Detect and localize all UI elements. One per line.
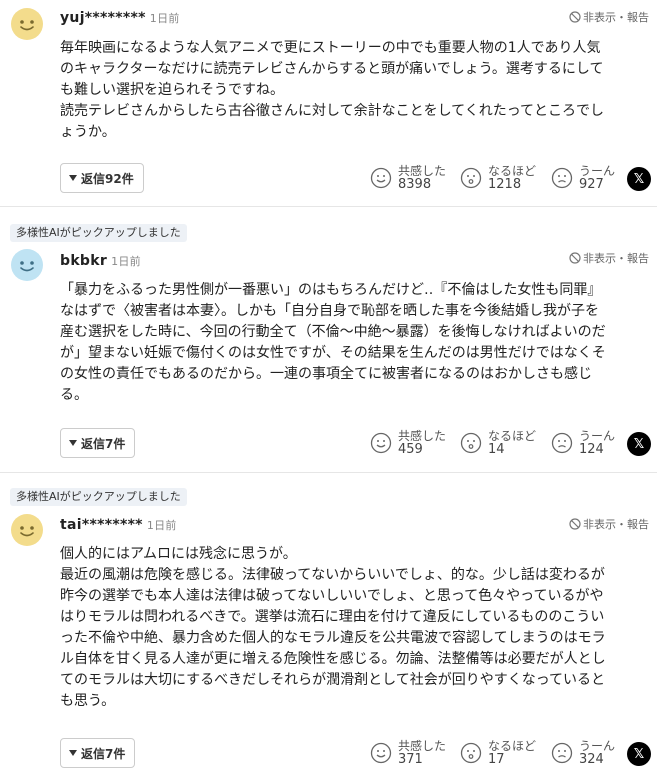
comment-body: 「暴力をふるった男性側が一番悪い」のはもちろんだけど‥『不倫はした女性も同罪』 … xyxy=(60,282,606,403)
frown-icon xyxy=(551,742,573,764)
reaction-hmm[interactable]: うーん 124 xyxy=(551,429,615,457)
smiley-avatar-icon xyxy=(11,249,43,281)
smile-icon xyxy=(370,167,392,189)
reaction-naruhodo[interactable]: なるほど 17 xyxy=(460,739,536,767)
reaction-agree[interactable]: 共感した 459 xyxy=(370,429,446,457)
frown-icon xyxy=(551,167,573,189)
reaction-label: なるほど xyxy=(488,164,537,178)
timestamp: 1日前 xyxy=(111,255,141,268)
reply-label: 返信7件 xyxy=(81,746,126,761)
avatar[interactable] xyxy=(11,249,43,281)
hide-icon xyxy=(569,518,581,530)
reaction-agree[interactable]: 共感した 371 xyxy=(370,739,446,767)
smiley-avatar-icon xyxy=(11,8,43,40)
caret-down-icon xyxy=(69,750,77,756)
comment-body: 毎年映画になるような人気アニメで更にストーリーの中でも重要人物の1人であり人気 … xyxy=(60,40,605,140)
reaction-hmm[interactable]: うーん 324 xyxy=(551,739,615,767)
reply-button[interactable]: 返信7件 xyxy=(60,428,136,458)
timestamp: 1日前 xyxy=(146,519,177,532)
reaction-count: 124 xyxy=(579,442,604,457)
hide-report-link[interactable]: 非表示・報告 xyxy=(569,516,649,532)
reaction-label: なるほど xyxy=(488,739,537,753)
hide-icon xyxy=(569,11,581,23)
hide-report-link[interactable]: 非表示・報告 xyxy=(569,250,649,266)
hide-report-text: 非表示・報告 xyxy=(583,518,649,531)
reaction-count: 1218 xyxy=(488,177,522,192)
reaction-count: 14 xyxy=(488,442,505,457)
x-share-icon[interactable]: 𝕏 xyxy=(627,167,651,191)
username-text: bkbkr xyxy=(60,253,108,269)
reaction-label: 共感した xyxy=(398,164,447,178)
reaction-count: 324 xyxy=(579,752,604,767)
ai-pickup-badge: 多様性AIがピックアップしました xyxy=(10,224,187,242)
surprised-icon xyxy=(460,432,482,454)
reply-button[interactable]: 返信92件 xyxy=(60,163,144,193)
reaction-label: 共感した xyxy=(398,739,447,753)
smiley-avatar-icon xyxy=(11,514,43,546)
timestamp: 1日前 xyxy=(149,12,180,25)
reaction-label: うーん xyxy=(579,739,616,753)
reaction-count: 371 xyxy=(398,752,423,767)
comment-2: 多様性AIがピックアップしました bkbkr 1日前 非表示・報告 「暴力をふるっ… xyxy=(0,207,657,472)
reply-label: 返信7件 xyxy=(81,436,126,451)
surprised-icon xyxy=(460,742,482,764)
reaction-count: 17 xyxy=(488,752,505,767)
reaction-label: うーん xyxy=(579,164,616,178)
smile-icon xyxy=(370,742,392,764)
username[interactable]: bkbkr 1日前 xyxy=(60,253,141,269)
reaction-label: 共感した xyxy=(398,429,447,443)
reaction-hmm[interactable]: うーん 927 xyxy=(551,164,615,192)
username[interactable]: yuj******** 1日前 xyxy=(60,10,180,26)
reaction-agree[interactable]: 共感した 8398 xyxy=(370,164,446,192)
surprised-icon xyxy=(460,167,482,189)
reply-label: 返信92件 xyxy=(81,171,134,186)
hide-report-text: 非表示・報告 xyxy=(583,252,649,265)
avatar[interactable] xyxy=(11,514,43,546)
avatar[interactable] xyxy=(11,8,43,40)
reaction-label: うーん xyxy=(579,429,616,443)
comment-1: yuj******** 1日前 非表示・報告 毎年映画になるような人気アニメで更に… xyxy=(0,0,657,206)
reaction-label: なるほど xyxy=(488,429,537,443)
reaction-count: 459 xyxy=(398,442,423,457)
username-text: tai******** xyxy=(60,517,143,533)
reaction-naruhodo[interactable]: なるほど 14 xyxy=(460,429,536,457)
comment-body: 個人的にはアムロには残念に思うが。 最近の風潮は危険を感じる。法律破ってないから… xyxy=(60,546,606,709)
hide-report-link[interactable]: 非表示・報告 xyxy=(569,9,649,25)
reaction-naruhodo[interactable]: なるほど 1218 xyxy=(460,164,536,192)
reply-button[interactable]: 返信7件 xyxy=(60,738,136,768)
frown-icon xyxy=(551,432,573,454)
username[interactable]: tai******** 1日前 xyxy=(60,517,177,533)
reaction-count: 8398 xyxy=(398,177,432,192)
hide-report-text: 非表示・報告 xyxy=(583,11,649,24)
reaction-count: 927 xyxy=(579,177,604,192)
smile-icon xyxy=(370,432,392,454)
caret-down-icon xyxy=(69,175,77,181)
caret-down-icon xyxy=(69,440,77,446)
comment-3: 多様性AIがピックアップしました tai******** 1日前 非表示・報告 個… xyxy=(0,473,657,776)
x-share-icon[interactable]: 𝕏 xyxy=(627,742,651,766)
username-text: yuj******** xyxy=(60,10,146,26)
x-share-icon[interactable]: 𝕏 xyxy=(627,432,651,456)
ai-pickup-badge: 多様性AIがピックアップしました xyxy=(10,488,187,506)
hide-icon xyxy=(569,252,581,264)
